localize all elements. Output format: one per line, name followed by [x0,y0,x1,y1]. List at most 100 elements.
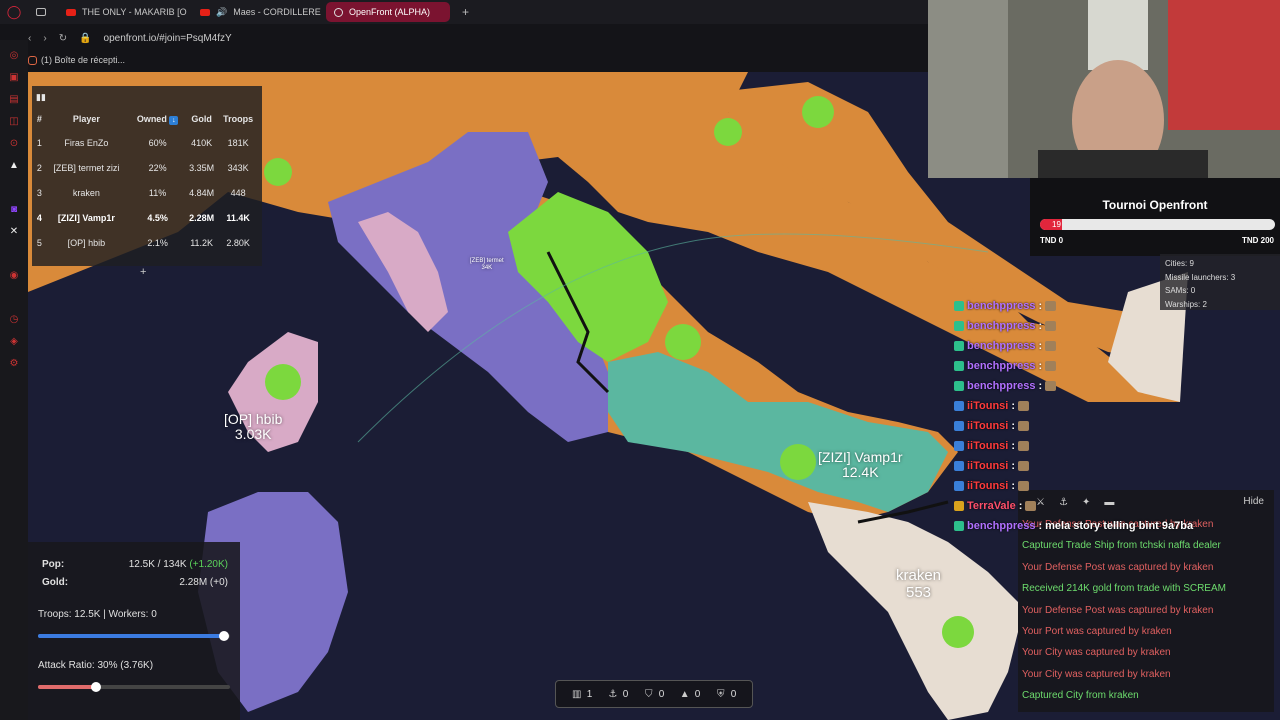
tab-youtube-2[interactable]: 🔊 Maes - CORDILLERE [192,2,322,22]
wall-left [928,0,1008,178]
chat-colon: : [1038,300,1043,312]
chat-message: benchppress: [954,356,1194,376]
emote-icon [1018,481,1030,491]
stat-missiles: Missile launchers: 3 [1165,272,1236,282]
sam-count: 0 [730,688,737,700]
table-row-self[interactable]: 4 [ZIZI] Vamp1r 4.5% 2.28M 11.4K [36,205,258,230]
attack-ratio-slider[interactable] [38,682,230,692]
cell-rank: 4 [36,212,42,223]
chat-colon: : [1011,420,1016,432]
map-label-zeb: [ZEB] termet 34K [470,258,504,271]
col-gold[interactable]: Gold [185,108,218,130]
table-row[interactable]: 3 kraken 11% 4.84M 448 [36,180,258,205]
build-defense[interactable]: ⛉ 0 [644,689,664,700]
reload-icon[interactable]: ↻ [59,33,67,44]
messenger-icon[interactable]: ◎ [8,50,20,62]
chat-username: TerraVale [967,500,1016,512]
build-city[interactable]: ▥ 1 [572,689,592,700]
col-rank: # [36,114,42,124]
pop-delta: (+1.20K) [189,559,228,570]
tournament-max: TND 200 [1241,236,1274,245]
chat-badge-icon [954,361,964,371]
tab-youtube-1[interactable]: THE ONLY - MAKARIB [O [58,2,188,22]
history-icon[interactable]: ◷ [8,314,20,326]
col-troops[interactable]: Troops [218,108,258,130]
opera-logo-icon[interactable]: ◯ [0,4,28,20]
leaderboard-table: # Player Owned ↓ Gold Troops 1 Firas EnZ… [36,108,258,255]
tab-openfront[interactable]: OpenFront (ALPHA) [326,2,450,22]
x-icon[interactable]: ✕ [8,226,20,238]
chat-message: iiTounsi: [954,436,1194,456]
chat-badge-icon [954,421,964,431]
event-item: Your City was captured by kraken [1022,647,1171,659]
instagram-icon [28,55,37,65]
blob [780,444,816,480]
event-item: Your City was captured by kraken [1022,668,1171,680]
chat-badge-icon [954,301,964,311]
address-bar: ‹ › ↻ 🔒 openfront.io/#join=PsqM4fzY [28,28,928,48]
emote-icon [1018,441,1030,451]
pin-icon[interactable]: ◈ [8,336,20,348]
table-row[interactable]: 1 Firas EnZo 60% 410K 181K [36,130,258,155]
screen: ◯ THE ONLY - MAKARIB [O 🔊 Maes - CORDILLE… [0,0,1280,720]
twitch-icon[interactable]: ◙ [8,204,20,216]
cell-rank: 2 [36,162,42,173]
wallet-icon[interactable]: ▤ [8,94,20,106]
table-row[interactable]: 5 [OP] hbib 2.1% 11.2K 2.80K [36,230,258,255]
troop-slider-knob[interactable] [219,631,230,641]
missile-count: 0 [694,688,701,700]
forward-icon[interactable]: › [43,33,46,44]
chat-badge-icon [954,341,964,351]
table-row[interactable]: 2 [ZEB] termet zizi 22% 3.35M 343K [36,155,258,180]
build-sam[interactable]: ⛨ 0 [716,688,737,700]
emote-icon [1045,361,1057,371]
event-item: Captured City from kraken [1022,690,1139,702]
emote-icon [1045,341,1057,351]
event-item: Your Defense Post was captured by kraken [1022,561,1214,573]
twitch-chat-overlay: benchppress: benchppress: benchppress: benc… [954,296,1194,536]
chat-username: iiTounsi [967,420,1009,432]
attack-ratio-label: Attack Ratio: 30% (3.76K) [38,660,154,671]
url-field[interactable]: openfront.io/#join=PsqM4fzY [104,33,232,44]
settings-icon[interactable]: ⚙ [8,358,20,370]
speed-icon[interactable]: ⊙ [8,138,20,150]
chat-message: iiTounsi: [954,416,1194,436]
col-owned[interactable]: Owned ↓ [130,108,185,130]
tab-workspaces[interactable] [28,2,54,22]
troops-workers-label: Troops: 12.5K | Workers: 0 [38,609,157,620]
chat-message: iiTounsi: [954,396,1194,416]
cell-troops: 448 [230,187,246,198]
build-missile[interactable]: ▲ 0 [680,689,701,700]
bookmark-inbox[interactable]: (1) Boîte de récepti... [41,55,125,65]
attack-slider-knob[interactable] [90,682,101,692]
build-port[interactable]: ⚓ 0 [608,688,628,700]
bar-chart-icon[interactable]: ▮▮ [36,92,46,102]
chat-colon: : [1011,480,1016,492]
speaker-icon: 🔊 [216,6,228,17]
tab-label: THE ONLY - MAKARIB [O [82,7,187,17]
sort-down-icon: ↓ [169,115,179,125]
tournament-min: TND 0 [1040,236,1064,245]
chat-colon: : [1018,500,1023,512]
emote-icon [1018,461,1030,471]
hide-events-button[interactable]: Hide [1243,496,1264,507]
aria-icon[interactable]: ▲ [8,160,20,172]
chat-username: benchppress [967,320,1036,332]
instagram-icon[interactable]: ◫ [8,116,20,128]
cell-player: kraken [72,187,100,198]
cell-owned: 22% [148,162,167,173]
col-player[interactable]: Player [43,108,130,130]
expand-leaderboard-button[interactable]: + [140,266,146,278]
troop-ratio-slider[interactable] [38,631,230,641]
missile-icon: ▲ [679,688,690,700]
chat-colon: : [1011,400,1016,412]
new-tab-button[interactable]: + [454,2,477,22]
player-icon[interactable]: ◉ [8,270,20,282]
player-troops: 3.03K [234,426,272,443]
bag-icon[interactable]: ▣ [8,72,20,84]
build-bar: ▥ 1 ⚓ 0 ⛉ 0 ▲ 0 ⛨ 0 [555,680,753,708]
chat-badge-icon [954,401,964,411]
back-icon[interactable]: ‹ [28,33,31,44]
anchor-icon: ⚓ [608,688,618,700]
chat-message: benchppress: [954,376,1194,396]
